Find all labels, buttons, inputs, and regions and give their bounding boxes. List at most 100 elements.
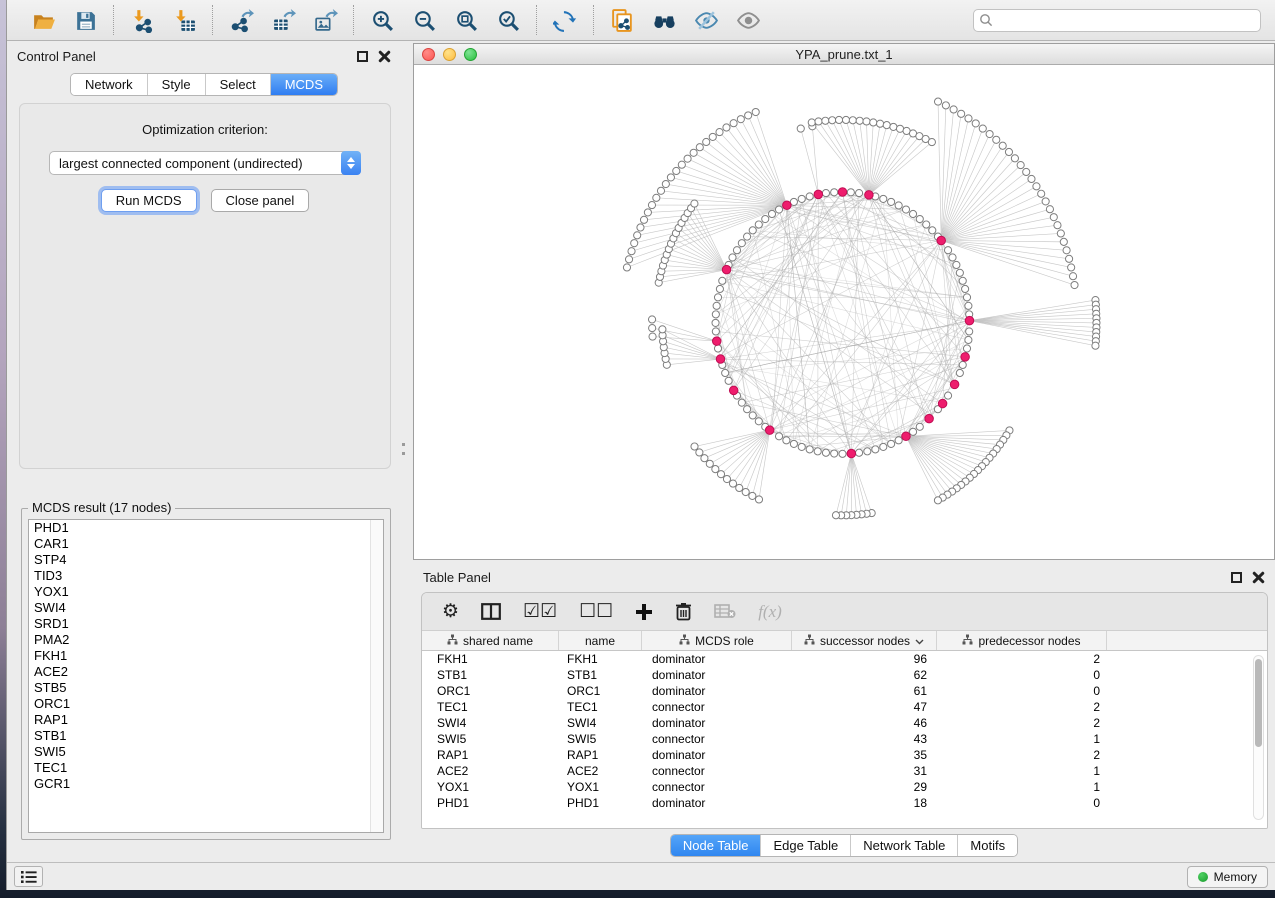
graph-leaf-node[interactable] <box>623 264 630 271</box>
table-row[interactable]: STB1STB1dominator620 <box>422 667 1267 683</box>
cell-MCDS-role[interactable]: dominator <box>642 716 792 730</box>
graph-node[interactable] <box>956 369 963 376</box>
graph-mcds-node[interactable] <box>938 399 947 408</box>
table-row[interactable]: YOX1YOX1connector291 <box>422 779 1267 795</box>
graph-leaf-node[interactable] <box>1028 175 1035 182</box>
graph-leaf-node[interactable] <box>649 333 656 340</box>
table-row[interactable]: FKH1FKH1dominator962 <box>422 651 1267 667</box>
graph-node[interactable] <box>880 195 887 202</box>
tab-network-table[interactable]: Network Table <box>850 835 957 856</box>
graph-mcds-node[interactable] <box>729 386 738 395</box>
cell-shared-name[interactable]: SWI5 <box>422 732 559 746</box>
cell-name[interactable]: PHD1 <box>559 796 642 810</box>
graph-node[interactable] <box>790 440 797 447</box>
toggle-panel-icon[interactable] <box>481 599 501 625</box>
graph-node[interactable] <box>806 193 813 200</box>
table-row[interactable]: RAP1RAP1dominator352 <box>422 747 1267 763</box>
result-list-scrollbar[interactable] <box>370 520 383 832</box>
graph-leaf-node[interactable] <box>640 216 647 223</box>
graph-node[interactable] <box>916 215 923 222</box>
graph-node[interactable] <box>831 189 838 196</box>
graph-leaf-node[interactable] <box>842 116 849 123</box>
graph-leaf-node[interactable] <box>737 116 744 123</box>
graph-leaf-node[interactable] <box>729 480 736 487</box>
graph-node[interactable] <box>822 189 829 196</box>
cell-shared-name[interactable]: TEC1 <box>422 700 559 714</box>
graph-leaf-node[interactable] <box>703 138 710 145</box>
graph-node[interactable] <box>902 206 909 213</box>
graph-leaf-node[interactable] <box>829 117 836 124</box>
graph-leaf-node[interactable] <box>716 128 723 135</box>
graph-node[interactable] <box>888 440 895 447</box>
graph-leaf-node[interactable] <box>730 120 737 127</box>
cell-name[interactable]: TEC1 <box>559 700 642 714</box>
graph-mcds-node[interactable] <box>925 414 934 423</box>
graph-node[interactable] <box>775 206 782 213</box>
tab-mcds[interactable]: MCDS <box>270 74 337 95</box>
graph-leaf-node[interactable] <box>1011 155 1018 162</box>
column-header-MCDS-role[interactable]: MCDS role <box>642 631 792 650</box>
graph-leaf-node[interactable] <box>822 117 829 124</box>
cell-predecessor-nodes[interactable]: 1 <box>937 732 1107 746</box>
graph-leaf-node[interactable] <box>835 116 842 123</box>
mcds-result-item[interactable]: ACE2 <box>29 664 383 680</box>
cell-shared-name[interactable]: ORC1 <box>422 684 559 698</box>
graph-node[interactable] <box>888 198 895 205</box>
table-row[interactable]: ORC1ORC1dominator610 <box>422 683 1267 699</box>
cell-MCDS-role[interactable]: dominator <box>642 748 792 762</box>
graph-leaf-node[interactable] <box>696 449 703 456</box>
export-network-icon[interactable] <box>227 6 255 34</box>
graph-node[interactable] <box>929 227 936 234</box>
export-image-icon[interactable] <box>311 6 339 34</box>
graph-node[interactable] <box>966 328 973 335</box>
graph-leaf-node[interactable] <box>712 466 719 473</box>
graph-node[interactable] <box>923 221 930 228</box>
mcds-result-item[interactable]: PMA2 <box>29 632 383 648</box>
close-panel-button[interactable]: Close panel <box>211 189 310 212</box>
graph-node[interactable] <box>733 247 740 254</box>
graph-leaf-node[interactable] <box>723 475 730 482</box>
graph-leaf-node[interactable] <box>659 326 666 333</box>
graph-leaf-node[interactable] <box>1033 183 1040 190</box>
mcds-result-item[interactable]: SWI4 <box>29 600 383 616</box>
cell-shared-name[interactable]: RAP1 <box>422 748 559 762</box>
table-row[interactable]: SWI5SWI5connector431 <box>422 731 1267 747</box>
reload-network-icon[interactable] <box>551 6 579 34</box>
cell-predecessor-nodes[interactable]: 1 <box>937 764 1107 778</box>
graph-leaf-node[interactable] <box>749 492 756 499</box>
tab-style[interactable]: Style <box>147 74 205 95</box>
graph-node[interactable] <box>959 277 966 284</box>
graph-node[interactable] <box>783 437 790 444</box>
zoom-out-icon[interactable] <box>410 6 438 34</box>
graph-mcds-node[interactable] <box>838 188 847 197</box>
cell-predecessor-nodes[interactable]: 0 <box>937 684 1107 698</box>
cell-predecessor-nodes[interactable]: 2 <box>937 748 1107 762</box>
tab-select[interactable]: Select <box>205 74 270 95</box>
graph-node[interactable] <box>729 254 736 261</box>
graph-node[interactable] <box>814 448 821 455</box>
graph-node[interactable] <box>822 449 829 456</box>
graph-node[interactable] <box>755 418 762 425</box>
graph-leaf-node[interactable] <box>634 232 641 239</box>
graph-leaf-node[interactable] <box>1069 273 1076 280</box>
cell-successor-nodes[interactable]: 18 <box>792 796 937 810</box>
delete-column-icon[interactable] <box>675 599 692 625</box>
graph-leaf-node[interactable] <box>1038 190 1045 197</box>
graph-node[interactable] <box>965 302 972 309</box>
cell-shared-name[interactable]: SWI4 <box>422 716 559 730</box>
fit-content-icon[interactable] <box>452 6 480 34</box>
mcds-result-item[interactable]: STB1 <box>29 728 383 744</box>
graph-leaf-node[interactable] <box>958 110 965 117</box>
mcds-result-item[interactable]: PHD1 <box>29 520 383 536</box>
graph-leaf-node[interactable] <box>1092 342 1099 349</box>
deselect-all-icon[interactable]: ☐☐ <box>579 599 613 625</box>
table-scrollbar[interactable] <box>1253 655 1264 820</box>
graph-node[interactable] <box>959 361 966 368</box>
tab-node-table[interactable]: Node Table <box>671 835 761 856</box>
cell-predecessor-nodes[interactable]: 1 <box>937 780 1107 794</box>
graph-leaf-node[interactable] <box>637 224 644 231</box>
graph-leaf-node[interactable] <box>657 187 664 194</box>
graph-leaf-node[interactable] <box>752 108 759 115</box>
graph-leaf-node[interactable] <box>856 117 863 124</box>
graph-leaf-node[interactable] <box>934 497 941 504</box>
